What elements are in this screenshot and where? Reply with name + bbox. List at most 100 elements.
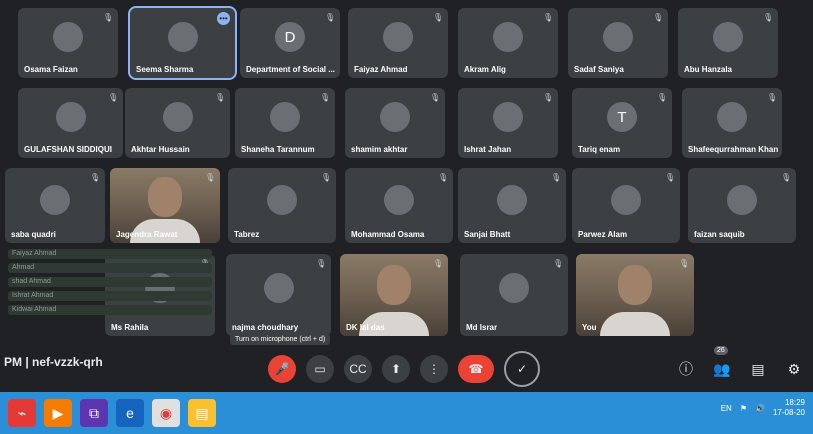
flag-icon[interactable]: ⚑ — [740, 404, 747, 413]
activities-icon[interactable]: ⚙ — [783, 358, 805, 380]
participant-tile[interactable]: 🎙 GULAFSHAN SIDDIQUI — [18, 88, 123, 158]
people-count-badge: 26 — [714, 346, 728, 355]
participant-name: Sanjai Bhatt — [464, 230, 511, 239]
mic-muted-icon: 🎙 — [316, 259, 327, 268]
tile-more-button[interactable]: ••• — [217, 12, 230, 25]
right-panel-icons: ⓘ 26 👥 ▤ ⚙ — [675, 346, 805, 380]
participant-tile[interactable]: 🎙 Shaneha Tarannum — [235, 88, 335, 158]
sidebar-row[interactable]: Kidwai Ahmad — [8, 305, 212, 315]
mic-button[interactable]: 🎤 — [268, 355, 296, 383]
participant-tile[interactable]: 🎙 Akhtar Hussain — [125, 88, 230, 158]
mic-muted-icon: 🎙 — [430, 93, 441, 102]
sidebar-row[interactable]: Ahmad — [8, 263, 212, 273]
mic-muted-icon: 🎙 — [543, 13, 554, 22]
participant-tile[interactable]: T 🎙 Tariq enam — [572, 88, 672, 158]
avatar — [263, 273, 294, 304]
participant-tile[interactable]: 🎙 Mohammad Osama — [345, 168, 453, 243]
participant-tile[interactable]: 🎙 Faiyaz Ahmad — [348, 8, 448, 78]
participant-tile[interactable]: 🎙•••Seema Sharma — [128, 6, 237, 80]
participant-tile[interactable]: 🎙 You — [576, 254, 694, 336]
mic-muted-icon: 🎙 — [665, 173, 676, 182]
participant-tile[interactable]: 🎙 Tabrez — [228, 168, 336, 243]
avatar — [270, 102, 300, 133]
participant-name: faizan saquib — [694, 230, 745, 239]
mic-tooltip: Turn on microphone (ctrl + d) — [230, 334, 331, 345]
participant-tile[interactable]: 🎙 Parwez Alam — [572, 168, 680, 243]
participant-tile[interactable]: 🎙 DK lal das — [340, 254, 448, 336]
mic-muted-icon: 🎙 — [438, 173, 449, 182]
avatar — [380, 102, 410, 133]
participant-name: Osama Faizan — [24, 65, 78, 74]
avatar — [603, 22, 633, 53]
windows-taskbar: ⌁ ▶ ⧉ e ◉ ▤ EN ⚑ 🔊 18:29 17-08-20 — [0, 392, 813, 434]
avatar — [499, 273, 529, 304]
avatar — [162, 102, 193, 133]
sidebar-row[interactable]: Ishrat Ahmad — [8, 291, 212, 301]
participant-tile[interactable]: 🎙 Ishrat Jahan — [458, 88, 558, 158]
end-call-button[interactable]: ☎ — [458, 355, 494, 383]
avatar — [727, 184, 757, 215]
participant-tile[interactable]: 🎙 Sadaf Saniya — [568, 8, 668, 78]
avatar — [267, 184, 297, 215]
clock[interactable]: 18:29 17-08-20 — [773, 398, 805, 418]
avatar — [713, 22, 743, 53]
chat-icon[interactable]: ▤ — [747, 358, 769, 380]
vscode-app-icon[interactable]: ⧉ — [80, 399, 108, 427]
participant-tile[interactable]: 🎙 saba quadri — [5, 168, 105, 243]
system-tray: EN ⚑ 🔊 18:29 17-08-20 — [721, 398, 805, 418]
mic-muted-icon: 🎙 — [205, 173, 216, 182]
participant-name: Department of Social ... — [246, 65, 335, 74]
check-icon[interactable]: ✓ — [504, 351, 540, 387]
pdf-app-icon[interactable]: ⌁ — [8, 399, 36, 427]
participant-tile[interactable]: D 🎙 Department of Social ... — [240, 8, 340, 78]
mic-muted-icon: 🎙 — [679, 259, 690, 268]
participant-tile[interactable]: 🎙 Abu Hanzala — [678, 8, 778, 78]
clock-time: 18:29 — [784, 398, 805, 407]
folder-app-icon[interactable]: ▤ — [188, 399, 216, 427]
participant-name: GULAFSHAN SIDDIQUI — [24, 145, 112, 154]
language-indicator[interactable]: EN — [721, 404, 732, 413]
participant-tile[interactable]: 🎙 faizan saquib — [688, 168, 796, 243]
info-icon[interactable]: ⓘ — [675, 358, 697, 380]
mic-muted-icon: 🎙 — [763, 13, 774, 22]
avatar — [384, 184, 414, 215]
participant-name: Shaneha Tarannum — [241, 145, 315, 154]
mic-muted-icon: 🎙 — [551, 173, 562, 182]
participant-tile[interactable]: 🎙 shamim akhtar — [345, 88, 445, 158]
chrome-app-icon[interactable]: ◉ — [152, 399, 180, 427]
avatar — [167, 22, 198, 53]
participant-name: Jagendra Rawat — [116, 230, 178, 239]
sidebar-row[interactable]: Faiyaz Ahmad — [8, 249, 212, 259]
volume-icon[interactable]: 🔊 — [755, 404, 765, 413]
present-button[interactable]: ⬆ — [382, 355, 410, 383]
participant-name: Faiyaz Ahmad — [354, 65, 408, 74]
mic-muted-icon: 🎙 — [553, 259, 564, 268]
captions-button[interactable]: CC — [344, 355, 372, 383]
ie-app-icon[interactable]: e — [116, 399, 144, 427]
media-app-icon[interactable]: ▶ — [44, 399, 72, 427]
participant-tile[interactable]: 🎙 Shafeequrrahman Khan — [682, 88, 782, 158]
participant-body — [600, 312, 670, 336]
participant-name: Sadaf Saniya — [574, 65, 624, 74]
participant-tile[interactable]: 🎙 Akram Alig — [458, 8, 558, 78]
participant-face — [148, 176, 182, 217]
call-controls: 🎤 ▭ CC ⬆ ⋮ ☎ ✓ — [268, 351, 540, 387]
participant-tile[interactable]: 🎙 najma choudhary — [226, 254, 331, 336]
mic-muted-icon: 🎙 — [90, 173, 101, 182]
participant-tile[interactable]: 🎙 Sanjai Bhatt — [458, 168, 566, 243]
participant-name: shamim akhtar — [351, 145, 408, 154]
participant-tile[interactable]: 🎙 Md Israr — [460, 254, 568, 336]
participant-tile[interactable]: 🎙 Osama Faizan — [18, 8, 118, 78]
participant-name: Akhtar Hussain — [131, 145, 190, 154]
participant-name: saba quadri — [11, 230, 56, 239]
camera-button[interactable]: ▭ — [306, 355, 334, 383]
avatar — [493, 102, 523, 133]
people-icon[interactable]: 26 👥 — [711, 346, 733, 380]
avatar: T — [607, 102, 637, 133]
more-options-button[interactable]: ⋮ — [420, 355, 448, 383]
mic-muted-icon: 🎙 — [657, 93, 668, 102]
mic-muted-icon: 🎙 — [215, 93, 226, 102]
avatar — [55, 102, 86, 133]
sidebar-row[interactable]: shad Ahmad — [8, 277, 212, 287]
participant-tile[interactable]: 🎙 Jagendra Rawat — [110, 168, 220, 243]
